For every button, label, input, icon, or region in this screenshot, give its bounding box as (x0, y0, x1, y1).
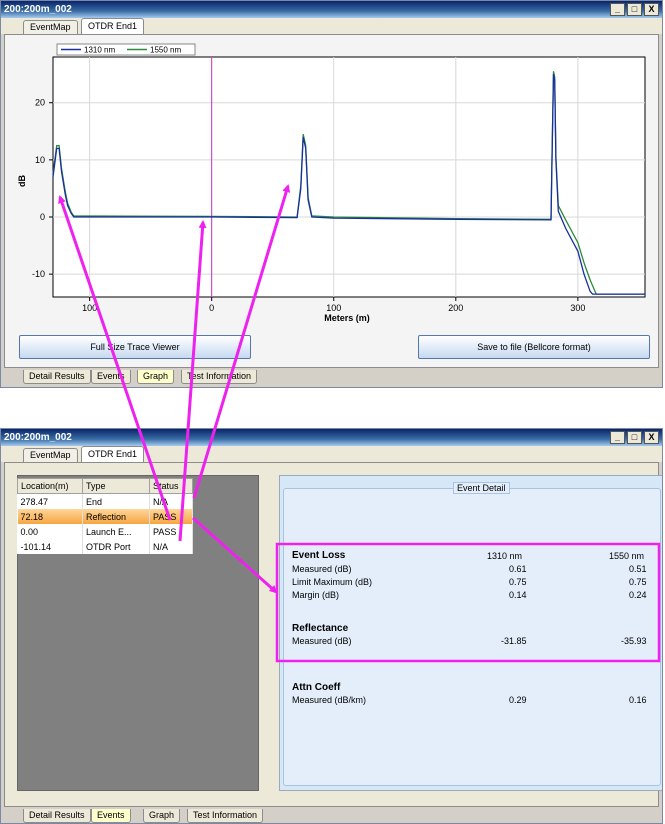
minimize-button[interactable]: _ (610, 3, 625, 16)
btab-graph[interactable]: Graph (143, 809, 181, 823)
btab-graph[interactable]: Graph (137, 370, 175, 384)
table-row[interactable]: 278.47 End N/A (17, 493, 193, 509)
table-row-selected[interactable]: 72.18 Reflection PASS (17, 509, 193, 524)
reflectance-label: Measured (dB) (292, 636, 352, 646)
limit-max-1310: 0.75 (509, 577, 527, 587)
cell-status: PASS (149, 509, 193, 524)
btab-test-information[interactable]: Test Information (181, 370, 258, 384)
measured-1550: 0.51 (629, 564, 647, 574)
y-tick-label: 0 (40, 212, 45, 222)
window-titlebar[interactable]: 200:200m_002 _ □ X (1, 1, 662, 18)
limit-max-label: Limit Maximum (dB) (292, 577, 373, 587)
col-status[interactable]: Status (149, 478, 193, 494)
margin-1310: 0.14 (509, 590, 527, 600)
otdr-trace-chart[interactable]: 100 0 100 200 30020100-10 1310 nm 1550 nm dB … (7, 39, 652, 335)
window-titlebar[interactable]: 200:200m_002 _ □ X (1, 429, 662, 446)
x-tick-label: 100 (82, 303, 97, 313)
cell-location: 0.00 (17, 524, 83, 539)
reflectance-1310: -31.85 (501, 636, 527, 646)
limit-max-1550: 0.75 (629, 577, 647, 587)
legend-label: 1550 nm (150, 46, 181, 55)
cell-location: 278.47 (17, 493, 83, 509)
maximize-button[interactable]: □ (627, 431, 642, 444)
y-axis-label: dB (17, 175, 27, 187)
y-tick-label: -10 (32, 269, 45, 279)
btab-detail-results[interactable]: Detail Results (23, 370, 91, 384)
save-bellcore-button[interactable]: Save to file (Bellcore format) (418, 335, 650, 359)
margin-1550: 0.24 (629, 590, 647, 600)
reflectance-heading: Reflectance (292, 623, 349, 634)
x-tick-label: 200 (448, 303, 463, 313)
legend-label: 1310 nm (84, 46, 115, 55)
attn-1550: 0.16 (629, 695, 647, 705)
bottom-tabstrip: EventMap OTDR End1 (1, 446, 662, 462)
col-type[interactable]: Type (82, 478, 150, 494)
top-tabstrip: EventMap OTDR End1 (1, 18, 662, 34)
event-detail-title: Event Detail (453, 482, 510, 494)
top-bottom-tabs: Detail Results Events Graph Test Informa… (1, 370, 662, 384)
cell-type: End (82, 493, 150, 509)
cell-location: 72.18 (17, 509, 83, 524)
x-tick-label: 300 (570, 303, 585, 313)
minimize-button[interactable]: _ (610, 431, 625, 444)
btab-events[interactable]: Events (91, 370, 131, 384)
table-header-row: Location(m) Type Status (17, 478, 193, 494)
tab-otdr-end1[interactable]: OTDR End1 (81, 18, 145, 34)
events-window: 200:200m_002 _ □ X EventMap OTDR End1 Ev… (0, 428, 663, 824)
close-button[interactable]: X (644, 431, 659, 444)
window-title: 200:200m_002 (4, 4, 72, 15)
measured-1310: 0.61 (509, 564, 527, 574)
graph-window: 200:200m_002 _ □ X EventMap OTDR End1 10… (0, 0, 663, 388)
tab-eventmap[interactable]: EventMap (23, 20, 78, 34)
reflectance-1550: -35.93 (621, 636, 647, 646)
maximize-button[interactable]: □ (627, 3, 642, 16)
cell-status: PASS (149, 524, 193, 539)
x-tick-label: 100 (326, 303, 341, 313)
attn-coeff-heading: Attn Coeff (292, 682, 341, 693)
bottom-bottom-tabs: Detail Results Events Graph Test Informa… (1, 809, 662, 823)
attn-label: Measured (dB/km) (292, 695, 367, 705)
cell-status: N/A (149, 493, 193, 509)
tab-otdr-end1[interactable]: OTDR End1 (81, 446, 145, 462)
btab-test-information[interactable]: Test Information (187, 809, 264, 823)
table-row[interactable]: 0.00 Launch E... PASS (17, 524, 193, 539)
margin-label: Margin (dB) (292, 590, 340, 600)
attn-1310: 0.29 (509, 695, 527, 705)
cell-status: N/A (149, 539, 193, 554)
table-row[interactable]: -101.14 OTDR Port N/A (17, 539, 193, 554)
btab-detail-results[interactable]: Detail Results (23, 809, 91, 823)
y-tick-label: 20 (35, 98, 45, 108)
full-size-trace-viewer-button[interactable]: Full Size Trace Viewer (19, 335, 251, 359)
events-table[interactable]: Location(m) Type Status 278.47 End N/A 7… (17, 478, 193, 554)
cell-location: -101.14 (17, 539, 83, 554)
x-tick-label: 0 (209, 303, 214, 313)
window-title: 200:200m_002 (4, 432, 72, 443)
event-loss-col2-header: 1550 nm (609, 551, 645, 561)
tab-eventmap[interactable]: EventMap (23, 448, 78, 462)
col-location[interactable]: Location(m) (17, 478, 83, 494)
measured-label: Measured (dB) (292, 564, 352, 574)
close-button[interactable]: X (644, 3, 659, 16)
event-loss-col1-header: 1310 nm (487, 551, 523, 561)
btab-events[interactable]: Events (91, 809, 131, 823)
cell-type: OTDR Port (82, 539, 150, 554)
graph-panel: 100 0 100 200 300 20 10 0 -10 1310 nm 1550 nm dB … (4, 34, 659, 368)
event-loss-heading: Event Loss (292, 550, 346, 561)
x-axis-label: Meters (m) (324, 313, 370, 323)
cell-type: Reflection (82, 509, 150, 524)
y-tick-label: 10 (35, 155, 45, 165)
cell-type: Launch E... (82, 524, 150, 539)
